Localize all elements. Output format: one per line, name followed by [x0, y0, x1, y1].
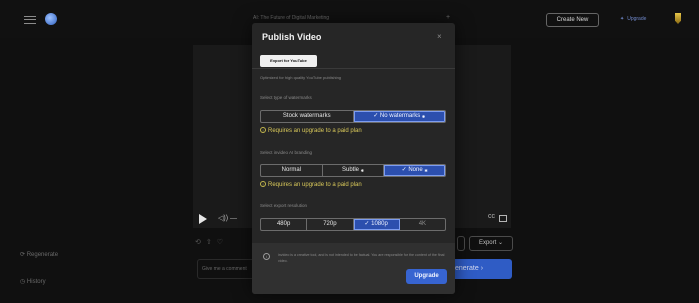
- history-icon: ◷: [20, 279, 27, 285]
- chevron-down-icon: ⌄: [497, 240, 504, 246]
- option-label: Stock watermarks: [282, 113, 331, 119]
- captions-icon[interactable]: cc: [488, 213, 495, 220]
- regenerate-label: enerate: [455, 265, 479, 272]
- divider: [252, 68, 455, 69]
- paid-star-icon: ✱: [360, 168, 365, 173]
- regenerate-button[interactable]: enerate ›: [452, 259, 512, 279]
- modal-footer: i invideo is a creative tool, and is not…: [252, 243, 455, 294]
- resolution-label: Select export resolution: [260, 203, 308, 208]
- resolution-selector: 480p 720p ✓ 1080p 4K: [260, 218, 446, 231]
- paid-star-icon: ✱: [421, 114, 426, 119]
- volume-icon[interactable]: ◁)) —: [218, 214, 237, 222]
- option-label: 720p: [323, 221, 337, 227]
- option-stock-watermarks[interactable]: Stock watermarks: [261, 111, 354, 122]
- branding-upgrade-warning: ! Requires an upgrade to a paid plan: [260, 181, 362, 188]
- warning-icon: !: [260, 127, 266, 133]
- modal-title: Publish Video: [262, 32, 322, 42]
- tab-export-youtube[interactable]: Export for YouTube: [260, 55, 317, 67]
- document-title[interactable]: AI: The Future of Digital Marketing: [253, 15, 329, 21]
- edit-button[interactable]: [457, 236, 465, 251]
- chevron-right-icon: ›: [480, 265, 484, 272]
- option-4k[interactable]: 4K: [400, 219, 445, 230]
- upgrade-button[interactable]: Upgrade: [406, 269, 447, 284]
- export-button[interactable]: Export ⌄: [469, 236, 513, 251]
- option-label: None: [408, 167, 423, 173]
- option-label: 480p: [276, 221, 291, 227]
- sidebar-regenerate[interactable]: ⟳ Regenerate: [20, 251, 58, 258]
- option-subtle[interactable]: Subtle ✱: [323, 165, 385, 176]
- option-none[interactable]: ✓ None ✱: [384, 165, 445, 176]
- app-window: AI: The Future of Digital Marketing + Cr…: [0, 0, 699, 303]
- option-label: 1080p: [371, 221, 388, 227]
- plus-icon[interactable]: +: [446, 14, 450, 21]
- option-no-watermarks[interactable]: ✓ No watermarks ✱: [353, 111, 445, 122]
- refresh-icon: ⟳: [20, 252, 27, 258]
- warning-text: Requires an upgrade to a paid plan: [268, 182, 362, 188]
- close-icon[interactable]: ×: [437, 32, 442, 41]
- watermark-upgrade-warning: ! Requires an upgrade to a paid plan: [260, 127, 362, 134]
- option-720p[interactable]: 720p: [307, 219, 354, 230]
- info-icon: i: [263, 253, 270, 260]
- create-new-button[interactable]: Create New: [546, 13, 599, 27]
- sidebar-regenerate-label: Regenerate: [26, 252, 59, 258]
- reaction-icons[interactable]: ⟲⇧♡: [195, 238, 228, 246]
- option-label: Subtle: [341, 167, 359, 173]
- play-icon[interactable]: [199, 214, 207, 224]
- branding-selector: Normal Subtle ✱ ✓ None ✱: [260, 164, 446, 177]
- check-icon: ✓: [401, 167, 407, 173]
- publish-video-modal: Publish Video × Export for YouTube Optim…: [252, 23, 455, 294]
- check-icon: ✓: [364, 221, 370, 227]
- check-icon: ✓: [373, 113, 379, 119]
- modal-subtitle: Optimized for high quality YouTube publi…: [260, 75, 342, 80]
- option-label: No watermarks: [379, 113, 421, 119]
- option-1080p[interactable]: ✓ 1080p: [353, 219, 400, 230]
- option-label: 4K: [418, 221, 427, 227]
- hamburger-menu-icon[interactable]: [24, 16, 36, 24]
- comment-input[interactable]: Give me a comment: [197, 259, 255, 279]
- watermarks-label: Select type of watermarks: [260, 95, 312, 100]
- option-label: Normal: [281, 167, 301, 173]
- sidebar-history[interactable]: ◷ History: [20, 278, 46, 285]
- fullscreen-icon[interactable]: [499, 215, 507, 222]
- warning-text: Requires an upgrade to a paid plan: [268, 128, 362, 134]
- sidebar-history-label: History: [26, 279, 46, 285]
- app-logo-icon[interactable]: [45, 13, 57, 25]
- option-normal[interactable]: Normal: [261, 165, 323, 176]
- watermark-selector: Stock watermarks ✓ No watermarks ✱: [260, 110, 446, 123]
- warning-icon: !: [260, 181, 266, 187]
- branding-label: Select invideo AI branding: [260, 150, 313, 155]
- paid-star-icon: ✱: [424, 168, 428, 173]
- export-label: Export: [478, 240, 497, 246]
- disclaimer-text: invideo is a creative tool, and is not i…: [278, 253, 445, 263]
- plan-badge-icon[interactable]: [675, 13, 681, 24]
- upgrade-link[interactable]: Upgrade: [620, 16, 646, 22]
- option-480p[interactable]: 480p: [261, 219, 308, 230]
